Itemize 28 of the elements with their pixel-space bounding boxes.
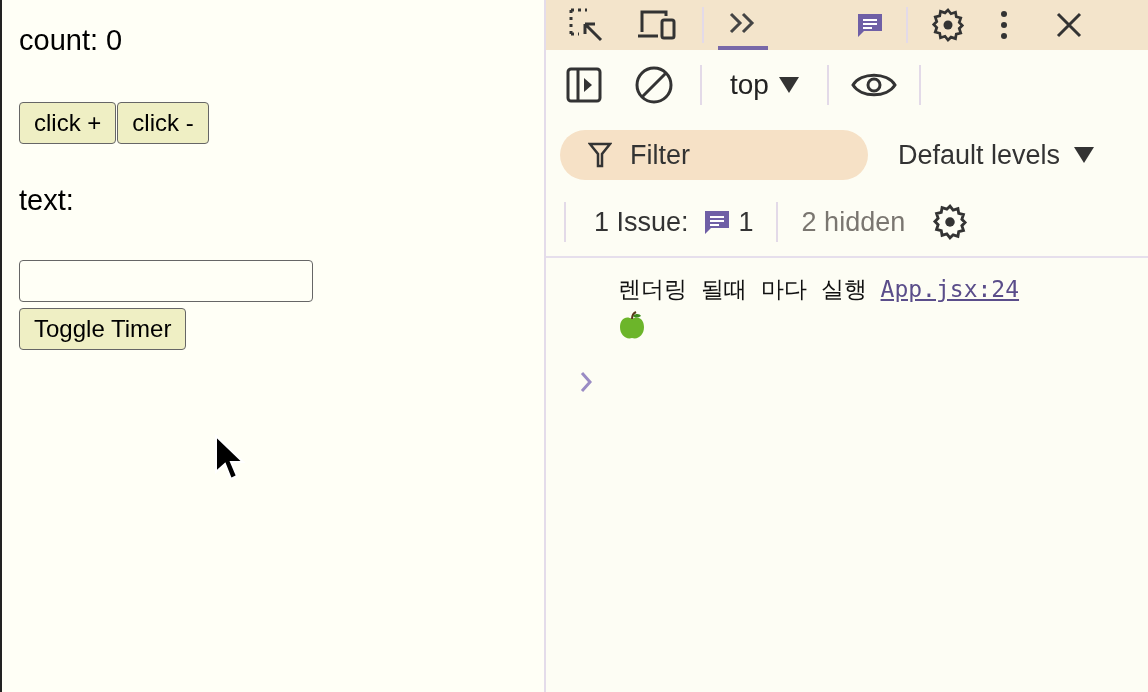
prompt-chevron-icon[interactable]: [580, 371, 592, 393]
toggle-timer-button[interactable]: Toggle Timer: [19, 308, 187, 350]
more-options-icon[interactable]: [1000, 10, 1008, 40]
filter-field[interactable]: Filter: [560, 130, 868, 180]
log-message: 렌더링 될때 마다 실행: [618, 275, 867, 304]
device-icon[interactable]: [636, 8, 678, 42]
log-levels-dropdown[interactable]: Default levels: [898, 139, 1095, 171]
caret-icon: [778, 77, 799, 93]
context-dropdown[interactable]: top: [730, 69, 799, 101]
click-button[interactable]: click +: [19, 102, 117, 144]
issue-count: 1: [738, 206, 754, 238]
clear-console-icon[interactable]: [634, 65, 674, 105]
source-link[interactable]: App.jsx:24: [880, 276, 1020, 302]
message-icon[interactable]: [856, 11, 884, 39]
apple-icon: [618, 311, 646, 341]
settings-icon[interactable]: [930, 7, 966, 43]
close-icon[interactable]: [1056, 12, 1082, 38]
caret-icon: [1074, 147, 1095, 163]
issue-message-icon[interactable]: [702, 208, 731, 236]
settings-icon[interactable]: [931, 203, 970, 241]
text-label: text:: [19, 183, 74, 218]
issues-label: 1 Issue:: [594, 206, 689, 238]
count-label: count: 0: [19, 23, 123, 58]
filter-icon: [588, 142, 612, 168]
sidebar-toggle-icon[interactable]: [566, 67, 602, 103]
hidden-count: 2 hidden: [801, 206, 906, 238]
input-field[interactable]: [19, 260, 313, 302]
click-button[interactable]: click -: [117, 102, 209, 144]
